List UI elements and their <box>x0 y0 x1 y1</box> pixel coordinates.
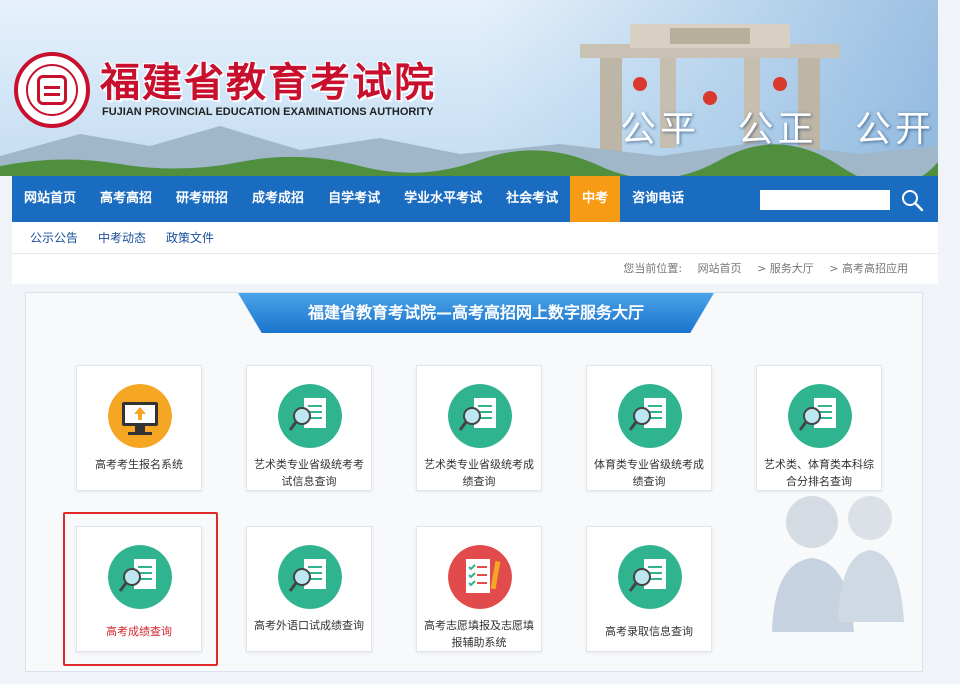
service-card-label: 高考录取信息查询 <box>605 625 693 638</box>
site-title-english: FUJIAN PROVINCIAL EDUCATION EXAMINATIONS… <box>102 106 434 118</box>
nav-item-chengkao[interactable]: 成考成招 <box>240 176 316 222</box>
service-card-art-exam-score[interactable]: 艺术类专业省级统考成绩查询 <box>416 365 542 491</box>
breadcrumb-current[interactable]: > 高考高招应用 <box>829 262 908 275</box>
highlight-box <box>63 512 218 666</box>
service-card-label: 艺术类专业省级统考考试信息查询 <box>254 458 364 488</box>
subnav-item-zhongkao-news[interactable]: 中考动态 <box>98 229 146 246</box>
checklist-pencil-icon <box>448 545 512 609</box>
slogan-word: 公正 <box>737 109 818 150</box>
service-card-sports-exam-score[interactable]: 体育类专业省级统考成绩查询 <box>586 365 712 491</box>
nav-item-xueye[interactable]: 学业水平考试 <box>392 176 494 222</box>
nav-item-zhongkao[interactable]: 中考 <box>570 176 621 222</box>
service-card-label: 高考志愿填报及志愿填报辅助系统 <box>424 619 534 649</box>
site-title: 福建省教育考试院 <box>100 59 436 106</box>
service-card-label: 体育类专业省级统考成绩查询 <box>594 458 704 488</box>
magnifier-report-icon <box>278 545 342 609</box>
nav-item-gaokao[interactable]: 高考高招 <box>88 176 164 222</box>
breadcrumb-home[interactable]: 网站首页 <box>698 262 742 275</box>
breadcrumb-service-hall[interactable]: > 服务大厅 <box>757 262 814 275</box>
slogan-word: 公开 <box>854 109 935 150</box>
service-card-label: 高考考生报名系统 <box>95 458 183 471</box>
breadcrumb: 您当前位置: 网站首页 > 服务大厅 > 高考高招应用 <box>12 254 938 284</box>
search-icon[interactable] <box>900 188 924 212</box>
service-card-composite-ranking[interactable]: 艺术类、体育类本科综合分排名查询 <box>756 365 882 491</box>
service-card-admission-info[interactable]: 高考录取信息查询 <box>586 526 712 652</box>
service-card-label: 高考外语口试成绩查询 <box>254 619 364 632</box>
customer-service-illustration <box>772 496 904 632</box>
magnifier-report-icon <box>618 384 682 448</box>
slogan: 公平 公正 公开 <box>620 100 938 152</box>
magnifier-report-icon <box>788 384 852 448</box>
nav-item-shehui[interactable]: 社会考试 <box>494 176 570 222</box>
page: 福建省教育考试院 FUJIAN PROVINCIAL EDUCATION EXA… <box>0 0 960 684</box>
service-card-oral-english-score[interactable]: 高考外语口试成绩查询 <box>246 526 372 652</box>
service-card-art-exam-info[interactable]: 艺术类专业省级统考考试信息查询 <box>246 365 372 491</box>
service-card-label: 艺术类专业省级统考成绩查询 <box>424 458 534 488</box>
magnifier-report-icon <box>448 384 512 448</box>
nav-item-hotline[interactable]: 咨询电话 <box>620 176 696 222</box>
header-banner: 福建省教育考试院 FUJIAN PROVINCIAL EDUCATION EXA… <box>0 0 938 176</box>
service-card-registration[interactable]: 高考考生报名系统 <box>76 365 202 491</box>
nav-item-yankao[interactable]: 研考研招 <box>164 176 240 222</box>
magnifier-report-icon <box>618 545 682 609</box>
service-card-label: 艺术类、体育类本科综合分排名查询 <box>764 458 874 488</box>
sub-nav: 公示公告 中考动态 政策文件 <box>12 222 938 254</box>
slogan-word: 公平 <box>620 109 701 150</box>
search-input[interactable] <box>760 190 890 210</box>
main-nav: 网站首页 高考高招 研考研招 成考成招 自学考试 学业水平考试 社会考试 中考 … <box>12 176 938 222</box>
breadcrumb-prefix: 您当前位置: <box>623 262 683 275</box>
magnifier-report-icon <box>278 384 342 448</box>
institution-seal-logo <box>14 52 90 128</box>
subnav-item-policy[interactable]: 政策文件 <box>166 229 214 246</box>
nav-item-home[interactable]: 网站首页 <box>12 176 88 222</box>
nav-item-zikao[interactable]: 自学考试 <box>316 176 392 222</box>
service-card-volunteer-application[interactable]: 高考志愿填报及志愿填报辅助系统 <box>416 526 542 652</box>
service-hall-title: 福建省教育考试院—高考高招网上数字服务大厅 <box>238 293 714 333</box>
computer-upload-icon <box>108 384 172 448</box>
subnav-item-announcements[interactable]: 公示公告 <box>30 229 78 246</box>
